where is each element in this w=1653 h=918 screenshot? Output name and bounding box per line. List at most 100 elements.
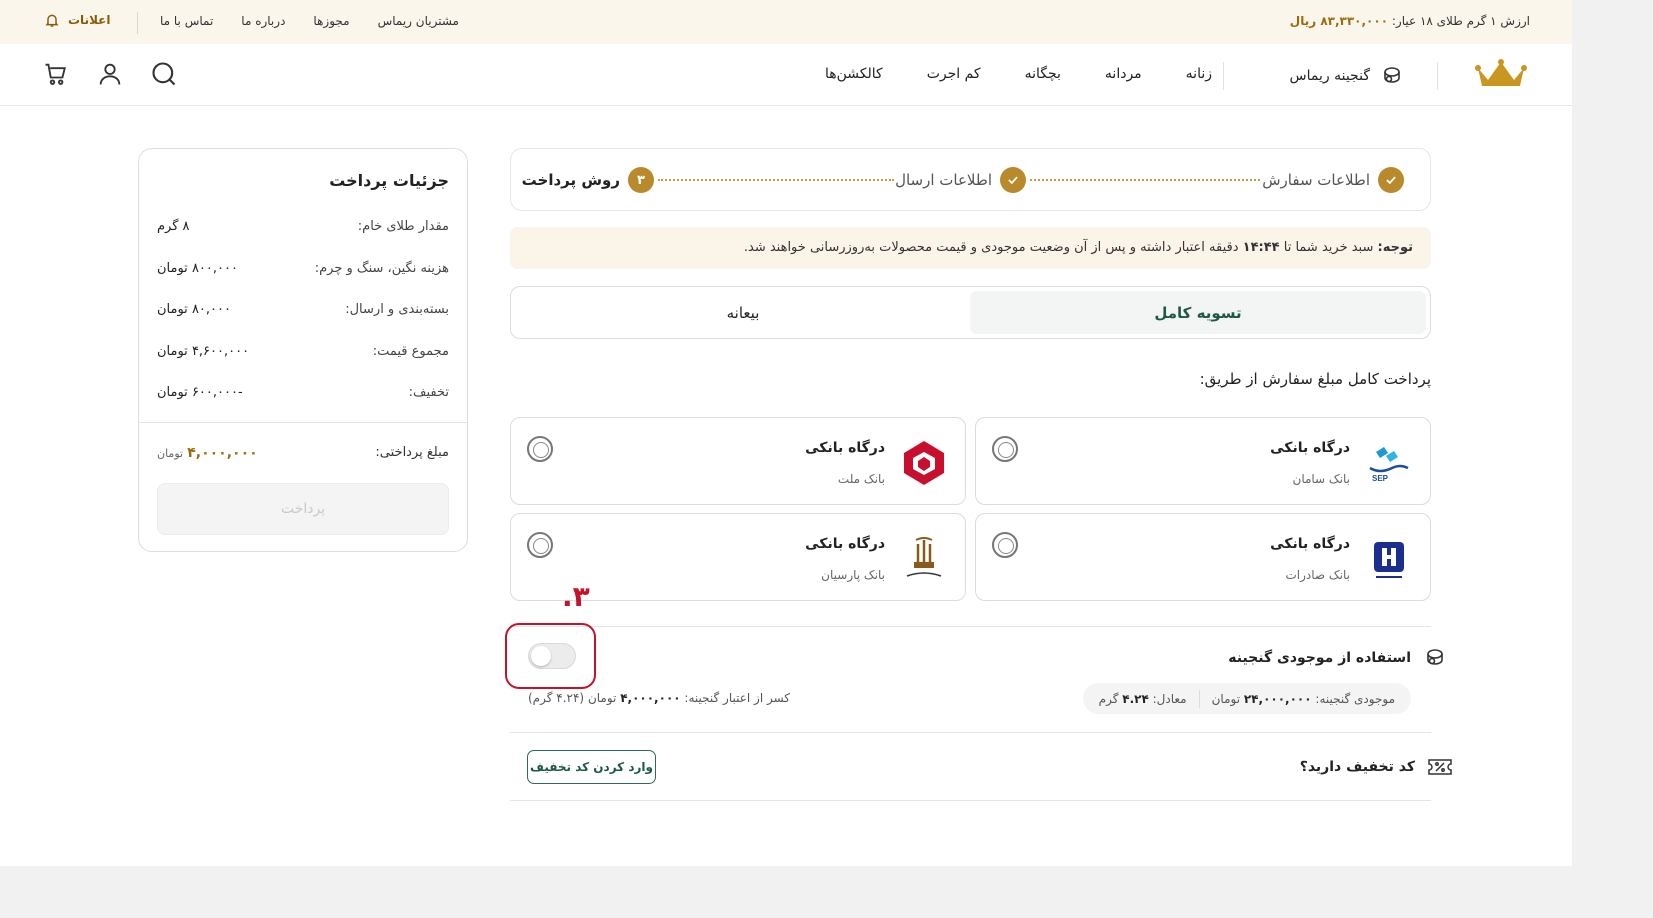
annotation-highlight-box (505, 623, 596, 689)
notifications-label: اعلانات (68, 13, 111, 27)
section-divider (510, 626, 1431, 627)
gateway-bank: بانک صادرات (1285, 568, 1350, 582)
gateway-saderat[interactable]: درگاه بانکی بانک صادرات (975, 513, 1431, 601)
step-order-info[interactable]: اطلاعات سفارش (1262, 167, 1404, 193)
gateway-bank: بانک ملت (837, 472, 885, 486)
detail-value: ۸۰,۰۰۰ تومان (157, 302, 231, 317)
notice-time: ۱۴:۴۴ (1242, 240, 1280, 255)
wallet-balance: موجودی گنجینه: ۲۴,۰۰۰,۰۰۰ تومان (1212, 692, 1395, 706)
window-shadow-right (1572, 0, 1653, 918)
main-nav: زنانه مردانه بچگانه کم اجرت کالکشن‌ها (825, 66, 1212, 82)
gateway-radio[interactable] (527, 532, 553, 558)
notice-text: سبد خرید شما تا (1279, 240, 1378, 255)
link-contact[interactable]: تماس با ما (160, 14, 213, 28)
balance-unit: تومان (1211, 691, 1241, 706)
wallet-title-label: استفاده از موجودی گنجینه (1228, 650, 1411, 666)
deduct-unit: تومان (587, 691, 617, 705)
deduct-label: کسر از اعتبار گنجینه: (684, 691, 791, 705)
detail-label: بسته‌بندی و ارسال: (345, 302, 449, 317)
top-divider (137, 12, 138, 34)
gateway-saman[interactable]: SEP درگاه بانکی بانک سامان (975, 417, 1431, 505)
nav-collections[interactable]: کالکشن‌ها (825, 66, 883, 82)
gateway-title: درگاه بانکی (1270, 440, 1350, 456)
payment-details-card: جزئیات پرداخت مقدار طلای خام: ۸ گرم هزین… (138, 148, 468, 552)
cart-icon[interactable] (42, 60, 70, 88)
deduct-grams: (۴.۲۴ گرم) (528, 691, 585, 705)
detail-label: تخفیف: (408, 385, 449, 400)
equiv-unit: گرم (1098, 691, 1119, 706)
nav-kids[interactable]: بچگانه (1025, 66, 1061, 82)
notifications-button[interactable]: اعلانات (44, 12, 111, 28)
detail-value: ۸۰۰,۰۰۰ تومان (157, 261, 238, 276)
nav-men[interactable]: مردانه (1105, 66, 1142, 82)
coin-stack-icon (1427, 649, 1443, 665)
saderat-logo-icon (1374, 542, 1404, 578)
gold-price-label: ارزش ۱ گرم طلای ۱۸ عیار: (1391, 14, 1530, 28)
step-label: اطلاعات ارسال (895, 171, 992, 189)
wallet-title: استفاده از موجودی گنجینه (1228, 646, 1447, 670)
payable-value: ۴,۰۰۰,۰۰۰ تومان (157, 445, 258, 461)
bell-icon (45, 14, 59, 27)
gateway-mellat[interactable]: درگاه بانکی بانک ملت (510, 417, 966, 505)
gateway-title: درگاه بانکی (805, 536, 885, 552)
search-icon[interactable] (150, 60, 178, 88)
notice-text-rest: دقیقه اعتبار داشته و پس از آن وضعیت موجو… (743, 240, 1243, 255)
notice-label: توجه: (1377, 240, 1413, 255)
tab-deposit[interactable]: بیعانه (515, 291, 971, 334)
balance-value: ۲۴,۰۰۰,۰۰۰ (1243, 691, 1312, 706)
equiv-label: معادل: (1152, 691, 1187, 706)
checkout-stepper: اطلاعات سفارش اطلاعات ارسال ۳ روش پرداخت (510, 148, 1431, 211)
detail-label: مقدار طلای خام: (357, 219, 449, 234)
annotation-number: ۳. (562, 580, 590, 613)
payment-details-title: جزئیات پرداخت (329, 171, 449, 190)
gateway-bank: بانک سامان (1292, 472, 1351, 486)
link-licenses[interactable]: مجوزها (313, 14, 349, 28)
gateway-radio[interactable] (527, 436, 553, 462)
ganjine-label: گنجینه ریماس (1289, 68, 1370, 84)
gateway-bank: بانک پارسیان (821, 568, 885, 582)
payment-type-tabs: تسویه کامل بیعانه (510, 286, 1431, 339)
enter-discount-code-button[interactable]: وارد کردن کد تخفیف (527, 750, 656, 784)
gold-price-value: ۸۳,۳۳۰,۰۰۰ ریال (1289, 14, 1389, 28)
header-icons (42, 60, 178, 88)
balance-label: موجودی گنجینه: (1315, 691, 1395, 706)
wallet-balance-pill: موجودی گنجینه: ۲۴,۰۰۰,۰۰۰ تومان معادل: ۴… (1082, 683, 1411, 714)
detail-label: مجموع قیمت: (372, 344, 449, 359)
mellat-logo-icon (904, 441, 944, 485)
nav-women[interactable]: زنانه (1186, 66, 1212, 82)
detail-value: -۶۰۰,۰۰۰ تومان (157, 385, 243, 400)
gateway-radio[interactable] (992, 532, 1018, 558)
discount-ticket-icon (1428, 759, 1452, 775)
tab-full-settlement[interactable]: تسویه کامل (970, 291, 1426, 334)
detail-row: بسته‌بندی و ارسال: ۸۰,۰۰۰ تومان (157, 302, 449, 317)
coin-stack-icon (1384, 67, 1400, 83)
ganjine-link[interactable]: گنجینه ریماس (1290, 64, 1404, 88)
detail-row: هزینه نگین، سنگ و چرم: ۸۰۰,۰۰۰ تومان (157, 261, 449, 276)
app-window: ارزش ۱ گرم طلای ۱۸ عیار: ۸۳,۳۳۰,۰۰۰ ریال… (0, 0, 1653, 918)
link-about[interactable]: درباره ما (241, 14, 285, 28)
step-shipping-info[interactable]: اطلاعات ارسال (895, 167, 1026, 193)
window-shadow-bottom (0, 866, 1653, 918)
link-customers[interactable]: مشتریان ریماس (378, 14, 459, 28)
detail-row: تخفیف: -۶۰۰,۰۰۰ تومان (157, 385, 449, 400)
wallet-deduction: کسر از اعتبار گنجینه: ۴,۰۰۰,۰۰۰ تومان (۴… (528, 691, 790, 705)
gateway-title: درگاه بانکی (805, 440, 885, 456)
step-payment-method[interactable]: ۳ روش پرداخت (522, 167, 654, 193)
pay-button[interactable]: پرداخت (157, 483, 449, 535)
crown-logo-icon[interactable] (1474, 58, 1528, 90)
detail-value: ۴,۶۰۰,۰۰۰ تومان (157, 344, 250, 359)
pill-divider (1198, 689, 1200, 708)
wallet-equivalent: معادل: ۴.۲۴ گرم (1099, 692, 1187, 706)
top-bar: ارزش ۱ گرم طلای ۱۸ عیار: ۸۳,۳۳۰,۰۰۰ ریال… (0, 0, 1572, 44)
payable-label: مبلغ پرداختی: (375, 445, 449, 460)
gold-price: ارزش ۱ گرم طلای ۱۸ عیار: ۸۳,۳۳۰,۰۰۰ ریال (1290, 14, 1530, 28)
user-icon[interactable] (96, 60, 124, 88)
payable-amount: مبلغ پرداختی: ۴,۰۰۰,۰۰۰ تومان (157, 445, 449, 461)
gateway-radio[interactable] (992, 436, 1018, 462)
nav-low-wage[interactable]: کم اجرت (927, 66, 981, 82)
step-number: ۳ (628, 167, 654, 193)
main-header: گنجینه ریماس زنانه مردانه بچگانه کم اجرت… (0, 44, 1572, 106)
check-icon (1378, 167, 1404, 193)
parsian-logo-icon (906, 537, 942, 577)
payable-unit: تومان (157, 447, 184, 460)
